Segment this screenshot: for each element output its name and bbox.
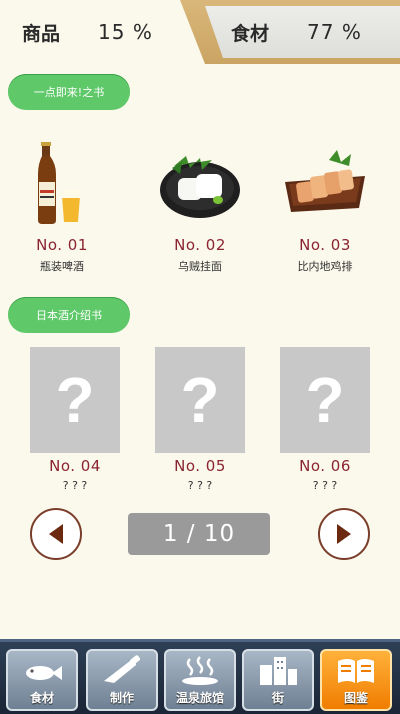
nav-label: 食材	[29, 691, 54, 705]
tab-food-percent: 77 %	[307, 20, 362, 44]
tab-food[interactable]: 食材 77 %	[205, 6, 400, 58]
tab-food-label: 食材	[231, 22, 270, 45]
item-card-03[interactable]: No. 03 比内地鸡排	[270, 136, 380, 274]
nav-ingredients-button[interactable]: 食材	[6, 649, 78, 711]
unknown-icon: ?	[155, 347, 245, 453]
item-card-05[interactable]: ? No. 05 ? ? ?	[145, 347, 255, 492]
item-name: 乌贼挂面	[178, 260, 222, 273]
category-tabs: 食材 77 % 商品 15 %	[0, 0, 400, 64]
item-number: No. 03	[299, 236, 351, 254]
prev-page-button[interactable]	[30, 508, 82, 560]
item-card-02[interactable]: No. 02 乌贼挂面	[145, 136, 255, 274]
hot-spring-inn-icon	[182, 656, 218, 685]
nav-label: 制作	[109, 691, 134, 705]
nav-label: 温泉旅馆	[175, 691, 224, 705]
question-mark: ?	[180, 364, 220, 436]
nav-town-button[interactable]: 街	[242, 649, 314, 711]
section-header-sake-book: 日本酒介绍书	[8, 297, 130, 333]
nav-label: 街	[271, 691, 284, 705]
item-name: ? ? ?	[312, 479, 338, 492]
item-number: No. 04	[49, 457, 101, 475]
item-name: 瓶装啤酒	[40, 260, 84, 273]
nav-label: 图鉴	[343, 691, 368, 705]
item-card-04[interactable]: ? No. 04 ? ? ?	[20, 347, 130, 492]
question-mark: ?	[55, 364, 95, 436]
nav-make-button[interactable]: 制作	[86, 649, 158, 711]
knife-icon	[104, 655, 140, 683]
question-mark: ?	[305, 364, 345, 436]
squid-noodles-icon	[152, 136, 248, 232]
unknown-icon: ?	[280, 347, 370, 453]
fish-ingredients-icon	[26, 666, 62, 680]
next-page-button[interactable]	[318, 508, 370, 560]
beer-bottle-icon	[14, 136, 110, 232]
chicken-cutlet-icon	[277, 136, 373, 232]
nav-onsen-inn-button[interactable]: 温泉旅馆	[164, 649, 236, 711]
town-buildings-icon	[260, 657, 297, 685]
item-number: No. 06	[299, 457, 351, 475]
tab-goods[interactable]: 商品 15 %	[0, 0, 205, 64]
unknown-icon: ?	[30, 347, 120, 453]
tab-goods-label: 商品	[22, 22, 61, 45]
item-name: ? ? ?	[187, 479, 213, 492]
book-encyclopedia-icon	[338, 659, 374, 683]
item-name: 比内地鸡排	[297, 260, 353, 273]
nav-encyclopedia-button[interactable]: 图鉴	[320, 649, 392, 711]
bottom-nav: 食材 制作 温泉旅馆 街 图鉴	[0, 639, 400, 714]
section-header-quick-book: 一点即来!之书	[8, 74, 130, 110]
item-card-01[interactable]: No. 01 瓶装啤酒	[7, 136, 117, 274]
item-name: ? ? ?	[62, 479, 88, 492]
triangle-right-icon	[337, 524, 351, 544]
item-number: No. 01	[36, 236, 88, 254]
triangle-left-icon	[49, 524, 63, 544]
page-indicator: 1 / 10	[128, 513, 270, 555]
item-number: No. 05	[174, 457, 226, 475]
item-card-06[interactable]: ? No. 06 ? ? ?	[270, 347, 380, 492]
tab-goods-percent: 15 %	[98, 20, 153, 44]
item-number: No. 02	[174, 236, 226, 254]
